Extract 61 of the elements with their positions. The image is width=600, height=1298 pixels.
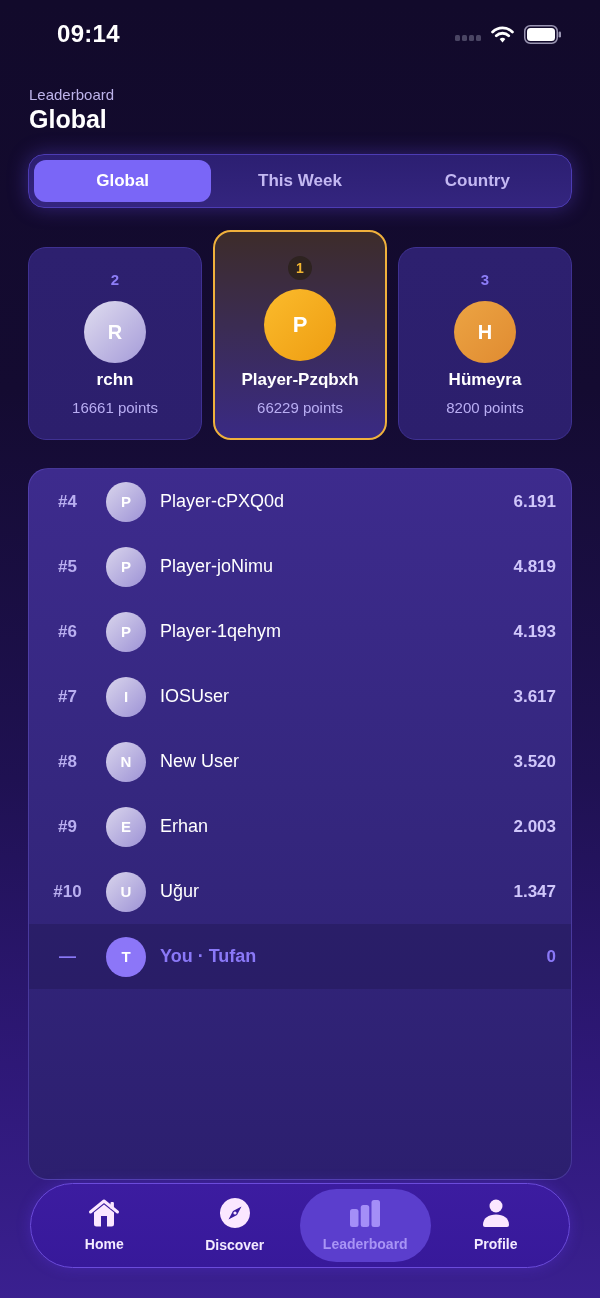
avatar: P bbox=[106, 611, 146, 652]
battery-icon bbox=[524, 24, 562, 44]
screen-title: Global bbox=[29, 104, 107, 134]
score-text: 2.003 bbox=[513, 816, 556, 837]
segment-tab[interactable]: Global bbox=[34, 160, 212, 202]
avatar: P bbox=[106, 481, 146, 522]
points-text: 66229 points bbox=[257, 399, 343, 417]
status-time: 09:14 bbox=[57, 20, 120, 48]
avatar: P bbox=[106, 546, 146, 587]
segment-tab[interactable]: This Week bbox=[211, 160, 389, 202]
tab-bar-item[interactable]: Home bbox=[39, 1189, 170, 1262]
wifi-icon bbox=[491, 25, 514, 43]
player-name: rchn bbox=[96, 369, 134, 391]
rank-text: #8 bbox=[57, 751, 78, 772]
screen-subtitle: Leaderboard bbox=[29, 86, 115, 104]
player-name: Player-1qehym bbox=[160, 621, 282, 642]
player-name: Player-Pzqbxh bbox=[241, 369, 359, 391]
tab-bar-item[interactable]: Profile bbox=[430, 1189, 561, 1262]
avatar: T bbox=[106, 936, 146, 977]
score-text: 3.617 bbox=[513, 686, 556, 707]
player-name: Hümeyra bbox=[448, 369, 522, 391]
score-text: 1.347 bbox=[513, 881, 556, 902]
compass-icon bbox=[219, 1197, 250, 1228]
rank-text: #10 bbox=[52, 881, 83, 902]
player-name: IOSUser bbox=[160, 686, 229, 707]
player-name: Uğur bbox=[160, 881, 199, 902]
player-name: Player-cPXQ0d bbox=[160, 491, 285, 512]
points-text: 16661 points bbox=[72, 399, 158, 417]
player-name: Player-joNimu bbox=[160, 556, 274, 577]
segment-tab[interactable]: Country bbox=[388, 160, 566, 202]
rank-text: #9 bbox=[57, 816, 78, 837]
avatar: I bbox=[106, 676, 146, 717]
rank-number: 3 bbox=[480, 271, 490, 289]
rank-text: #7 bbox=[57, 686, 78, 707]
rank-text: #6 bbox=[57, 621, 78, 642]
rank-text: #4 bbox=[57, 491, 78, 512]
home-icon bbox=[88, 1198, 121, 1227]
bar-chart-icon bbox=[349, 1198, 382, 1227]
player-name: Erhan bbox=[160, 816, 209, 837]
rank-text: #5 bbox=[57, 556, 78, 577]
player-name: You · Tufan bbox=[160, 946, 257, 967]
avatar: U bbox=[106, 871, 146, 912]
avatar: P bbox=[264, 289, 336, 361]
avatar: E bbox=[106, 806, 146, 847]
avatar: R bbox=[84, 301, 146, 363]
avatar: H bbox=[454, 301, 516, 363]
avatar: N bbox=[106, 741, 146, 782]
score-text: 6.191 bbox=[513, 491, 556, 512]
rank-badge: 1 bbox=[288, 256, 312, 280]
score-text: 4.193 bbox=[513, 621, 556, 642]
rank-text: — bbox=[58, 946, 77, 967]
person-icon bbox=[481, 1198, 510, 1227]
points-text: 8200 points bbox=[446, 399, 524, 417]
score-text: 3.520 bbox=[513, 751, 556, 772]
tab-bar-item[interactable]: Discover bbox=[169, 1189, 300, 1262]
score-text: 4.819 bbox=[513, 556, 556, 577]
signal-icon bbox=[455, 35, 481, 41]
rank-number: 2 bbox=[110, 271, 120, 289]
player-name: New User bbox=[160, 751, 239, 772]
score-text: 0 bbox=[546, 946, 556, 967]
current-user-row[interactable]: — T You · Tufan 0 bbox=[29, 924, 571, 989]
